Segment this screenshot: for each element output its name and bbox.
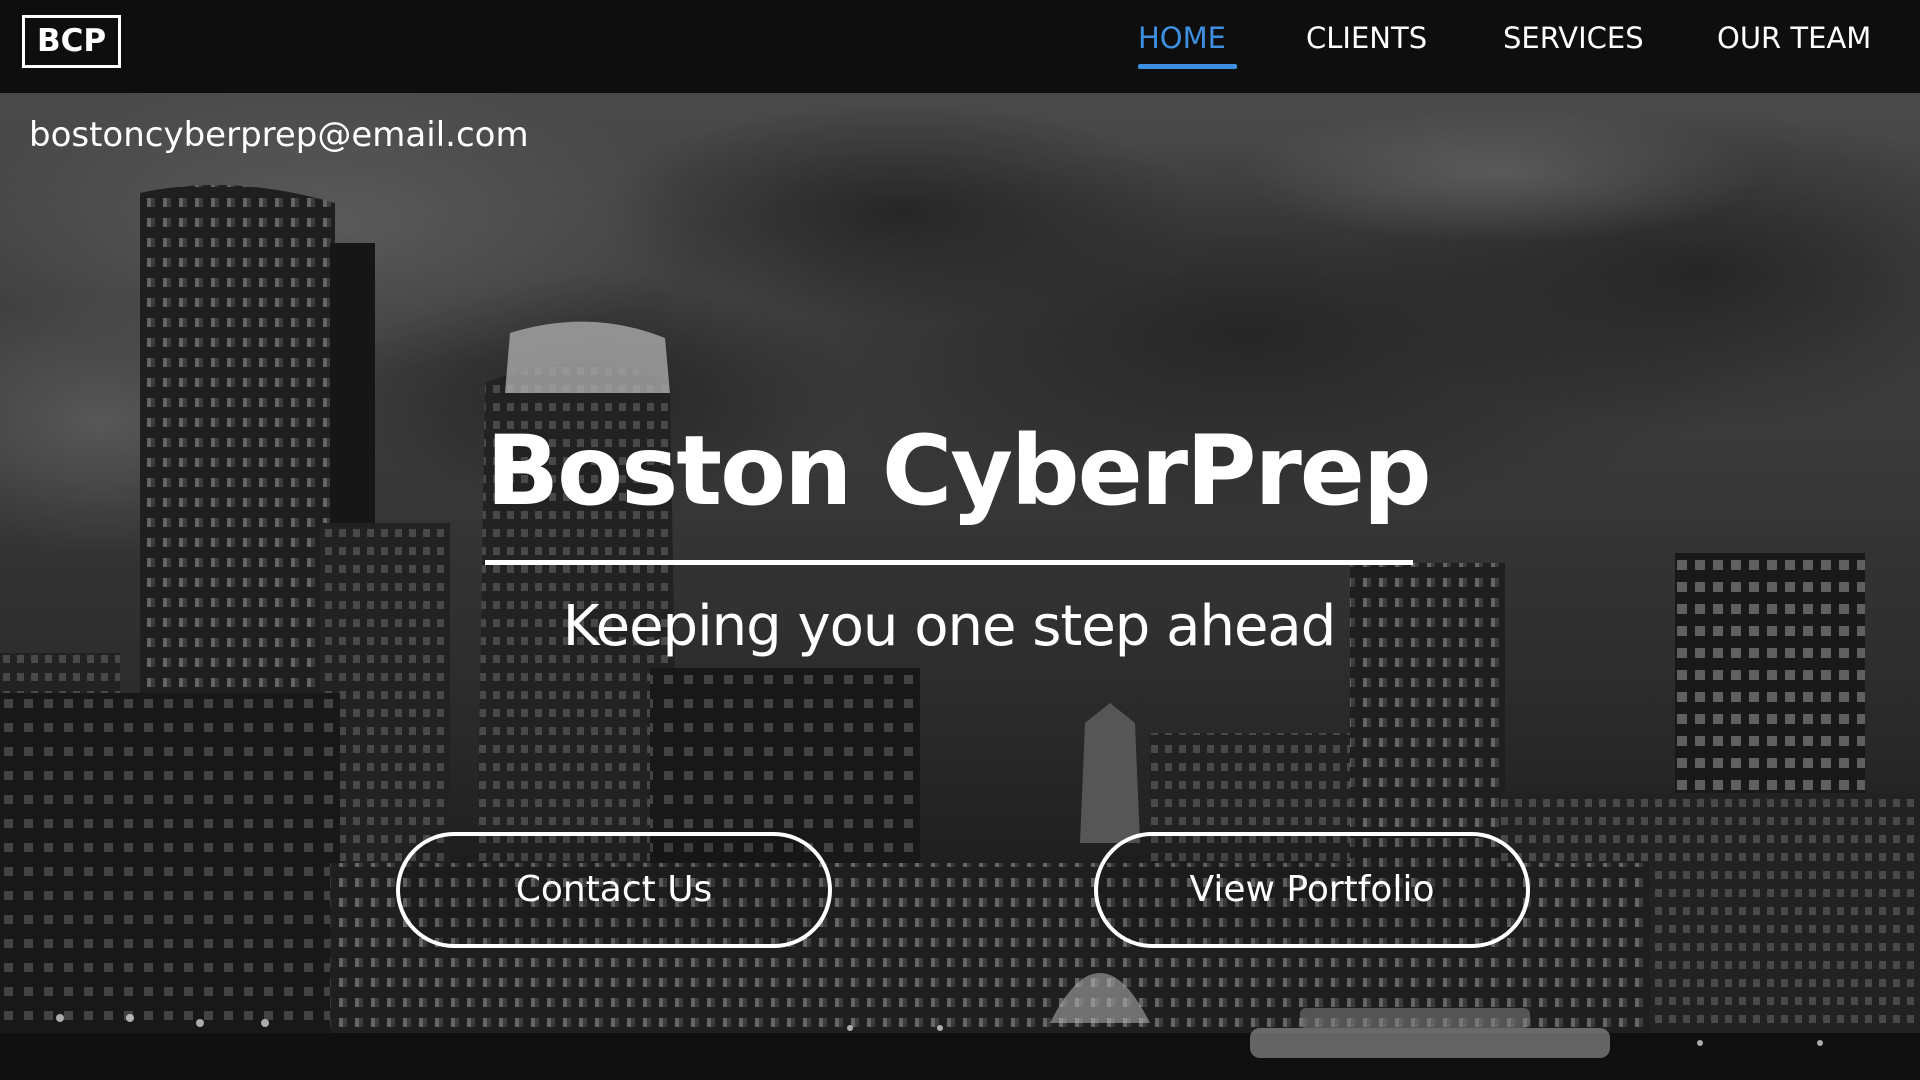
landing-page: BCP HOME CLIENTS SERVICES OUR TEAM bosto…	[0, 0, 1920, 1080]
contact-us-button[interactable]: Contact Us	[396, 832, 832, 948]
top-navbar: BCP HOME CLIENTS SERVICES OUR TEAM	[0, 0, 1920, 93]
nav-active-indicator	[1138, 64, 1237, 69]
contact-email[interactable]: bostoncyberprep@email.com	[29, 113, 529, 157]
nav-our-team-link[interactable]: OUR TEAM	[1717, 18, 1871, 58]
nav-home-link[interactable]: HOME	[1138, 18, 1226, 58]
brand-logo[interactable]: BCP	[22, 15, 121, 68]
hero-divider	[485, 560, 1413, 565]
nav-clients-link[interactable]: CLIENTS	[1306, 18, 1427, 58]
hero-section: bostoncyberprep@email.com Boston CyberPr…	[0, 93, 1920, 1080]
hero-subtitle: Keeping you one step ahead	[562, 594, 1337, 659]
view-portfolio-button[interactable]: View Portfolio	[1094, 832, 1530, 948]
nav-services-link[interactable]: SERVICES	[1503, 18, 1644, 58]
hero-title: Boston CyberPrep	[486, 415, 1432, 527]
city-skyline-background	[0, 93, 1920, 1080]
